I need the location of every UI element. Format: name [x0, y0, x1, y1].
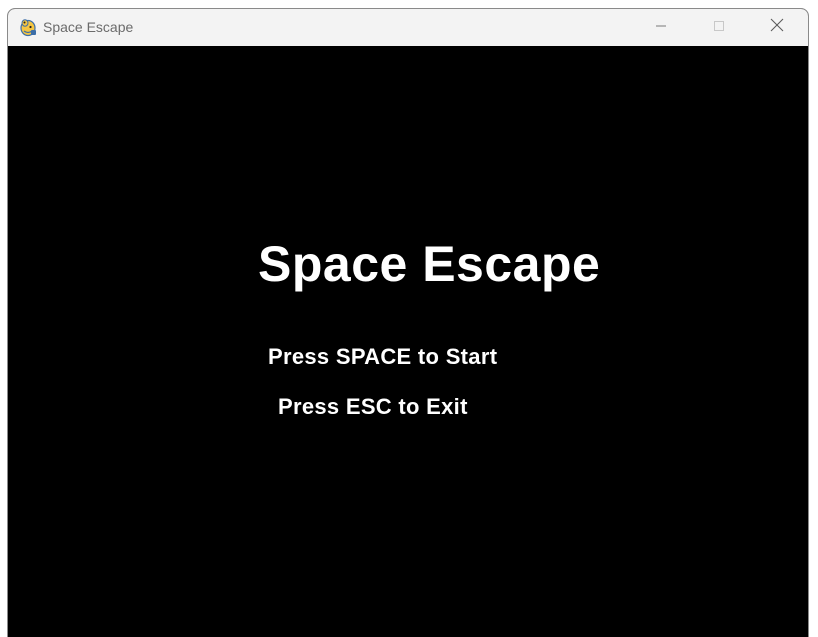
- close-button[interactable]: [754, 9, 800, 46]
- window-title: Space Escape: [43, 19, 134, 35]
- exit-prompt: Press ESC to Exit: [278, 394, 468, 419]
- minimize-button[interactable]: [638, 9, 684, 46]
- app-window: Space Escape Space Escape Press SPACE to…: [7, 8, 809, 637]
- game-title: Space Escape: [258, 236, 601, 292]
- maximize-icon: [713, 19, 725, 37]
- maximize-button[interactable]: [696, 9, 742, 46]
- pygame-snake-icon: [18, 17, 38, 37]
- close-icon: [770, 18, 784, 37]
- game-canvas[interactable]: Space Escape Press SPACE to Start Press …: [8, 46, 808, 637]
- minimize-icon: [655, 19, 667, 37]
- title-bar[interactable]: Space Escape: [8, 9, 808, 46]
- start-prompt: Press SPACE to Start: [268, 344, 498, 369]
